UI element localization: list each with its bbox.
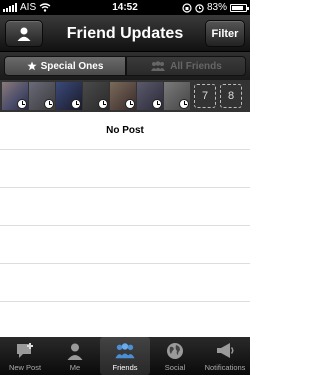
globe-icon xyxy=(165,341,185,361)
tab-bar: New Post Me Friends Social Notifications xyxy=(0,337,250,375)
tab-special-ones[interactable]: Special Ones xyxy=(4,56,126,76)
group-icon xyxy=(151,61,166,71)
empty-state-message: No Post xyxy=(0,112,250,150)
list-row xyxy=(0,226,250,264)
clock-icon xyxy=(152,99,162,109)
tab-me[interactable]: Me xyxy=(50,337,100,375)
tab-me-label: Me xyxy=(69,363,81,372)
friend-avatar[interactable] xyxy=(164,82,190,110)
friend-avatar[interactable] xyxy=(29,82,55,110)
tab-notifications[interactable]: Notifications xyxy=(200,337,250,375)
list-row xyxy=(0,302,250,340)
user-icon xyxy=(17,27,31,41)
status-bar: AIS 14:52 83% xyxy=(0,0,250,15)
friend-avatar-strip: 7 8 xyxy=(0,80,250,112)
tab-social-label: Social xyxy=(164,363,186,372)
screen: AIS 14:52 83% Friend Updates Filter Spec… xyxy=(0,0,250,375)
page-title: Friend Updates xyxy=(66,25,184,42)
clock-icon xyxy=(125,99,135,109)
battery-icon xyxy=(230,3,249,12)
segmented-control: Special Ones All Friends xyxy=(0,52,250,80)
star-icon xyxy=(26,61,37,71)
tab-new-post[interactable]: New Post xyxy=(0,337,50,375)
friends-icon xyxy=(115,341,135,361)
clock-icon xyxy=(44,99,54,109)
tab-social[interactable]: Social xyxy=(150,337,200,375)
count-badge-8[interactable]: 8 xyxy=(220,84,242,108)
profile-button[interactable] xyxy=(5,20,43,47)
list-row xyxy=(0,188,250,226)
friend-avatar[interactable] xyxy=(137,82,163,110)
tab-friends[interactable]: Friends xyxy=(100,337,150,375)
clock-icon xyxy=(17,99,27,109)
clock-icon xyxy=(98,99,108,109)
friend-avatar[interactable] xyxy=(2,82,28,110)
rotation-lock-icon xyxy=(182,2,192,13)
list-row xyxy=(0,264,250,302)
tab-new-post-label: New Post xyxy=(8,363,42,372)
navigation-bar: Friend Updates Filter xyxy=(0,15,250,52)
tab-notifications-label: Notifications xyxy=(204,363,246,372)
tab-friends-label: Friends xyxy=(112,363,138,372)
post-list[interactable]: No Post xyxy=(0,112,250,340)
clock-icon xyxy=(179,99,189,109)
person-icon xyxy=(65,341,85,361)
tab-all-friends[interactable]: All Friends xyxy=(126,56,246,76)
tab-all-friends-label: All Friends xyxy=(170,60,222,72)
tab-special-ones-label: Special Ones xyxy=(40,60,104,72)
new-post-icon xyxy=(15,341,35,361)
friend-avatar[interactable] xyxy=(83,82,109,110)
megaphone-icon xyxy=(215,341,235,361)
friend-avatar[interactable] xyxy=(56,82,82,110)
alarm-icon xyxy=(195,3,204,13)
clock-icon xyxy=(71,99,81,109)
friend-avatar[interactable] xyxy=(110,82,136,110)
filter-button[interactable]: Filter xyxy=(205,20,245,47)
count-badge-7[interactable]: 7 xyxy=(194,84,216,108)
list-row xyxy=(0,150,250,188)
battery-percentage: 83% xyxy=(206,2,227,13)
